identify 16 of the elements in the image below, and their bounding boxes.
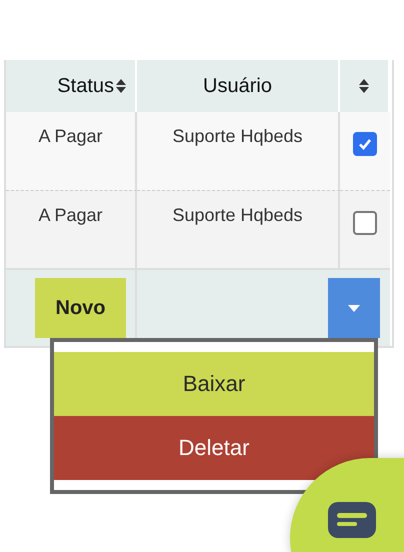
menu-item[interactable]: Deletar xyxy=(54,416,374,480)
sort-icon[interactable] xyxy=(115,78,127,94)
new-button[interactable]: Novo xyxy=(35,278,126,338)
table-cell-text: A Pagar xyxy=(38,126,103,148)
checkbox[interactable] xyxy=(353,132,377,156)
column-header[interactable]: Status xyxy=(6,60,137,112)
table-cell-text: Suporte Hqbeds xyxy=(172,205,303,227)
table-cell-text: Suporte Hqbeds xyxy=(172,126,303,148)
column-title: Status xyxy=(57,74,114,98)
menu-item[interactable]: Baixar xyxy=(54,352,374,416)
chat-icon xyxy=(328,502,376,538)
column-title: Usuário xyxy=(203,74,272,98)
caret-icon xyxy=(348,304,360,312)
sort-icon[interactable] xyxy=(358,78,370,94)
table-cell-text: A Pagar xyxy=(38,205,103,227)
checkbox[interactable] xyxy=(353,211,377,235)
